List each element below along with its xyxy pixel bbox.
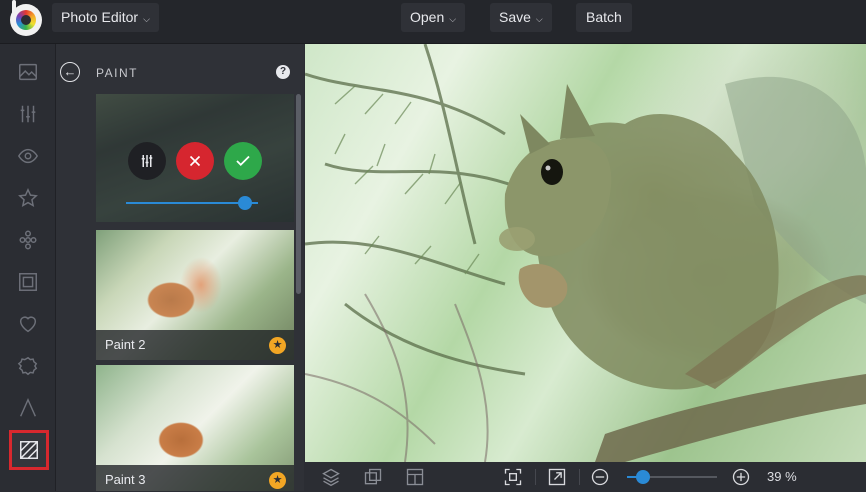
cancel-button[interactable] bbox=[176, 142, 214, 180]
paint-icon[interactable] bbox=[9, 430, 49, 470]
image-icon[interactable] bbox=[12, 56, 44, 88]
intensity-slider-handle[interactable] bbox=[237, 196, 252, 210]
fit-to-screen-icon[interactable] bbox=[503, 467, 523, 487]
chevron-down-icon: ⌵ bbox=[143, 14, 150, 24]
active-effect-thumbnail bbox=[96, 94, 294, 222]
layout-icon[interactable] bbox=[405, 467, 425, 487]
thumbnail-label: Paint 2 bbox=[105, 337, 146, 352]
sliders-icon[interactable] bbox=[12, 98, 44, 130]
layers-icon[interactable] bbox=[321, 467, 341, 487]
premium-star-icon: ★ bbox=[269, 472, 286, 489]
effect-thumbnail[interactable]: Paint 2 ★ bbox=[96, 230, 294, 360]
sticker-icon[interactable] bbox=[12, 350, 44, 382]
paint-panel: ← PAINT ? Paint 2 ★ Paint 3 ★ bbox=[56, 44, 304, 491]
toolbar-divider bbox=[579, 469, 580, 485]
zoom-level-readout: 39 % bbox=[767, 469, 797, 484]
batch-button[interactable]: Batch bbox=[576, 3, 632, 32]
effect-thumbnail[interactable]: Paint 3 ★ bbox=[96, 365, 294, 491]
thumbnail-label-bar: Paint 2 ★ bbox=[96, 330, 294, 360]
apply-button[interactable] bbox=[224, 142, 262, 180]
expand-icon[interactable] bbox=[547, 467, 567, 487]
effect-thumbnail-list: Paint 2 ★ Paint 3 ★ bbox=[96, 94, 294, 491]
thumbnail-label: Paint 3 bbox=[105, 472, 146, 487]
photo-image bbox=[305, 44, 866, 462]
chevron-down-icon: ⌵ bbox=[535, 14, 543, 24]
adjust-settings-button[interactable] bbox=[128, 142, 166, 180]
open-button[interactable]: Open ⌵ bbox=[401, 3, 466, 32]
open-label: Open bbox=[410, 9, 445, 25]
toolbar-divider bbox=[535, 469, 536, 485]
sliders-icon bbox=[141, 155, 153, 167]
eye-icon[interactable] bbox=[12, 140, 44, 172]
app-menu-button[interactable]: Photo Editor ⌵ bbox=[52, 3, 159, 32]
zoom-out-icon[interactable] bbox=[590, 467, 610, 487]
app-title: Photo Editor bbox=[61, 9, 139, 25]
premium-star-icon: ★ bbox=[269, 337, 286, 354]
help-icon[interactable]: ? bbox=[276, 65, 290, 79]
text-icon[interactable] bbox=[12, 392, 44, 424]
zoom-in-icon[interactable] bbox=[731, 467, 751, 487]
star-icon[interactable] bbox=[12, 182, 44, 214]
app-logo[interactable] bbox=[10, 0, 42, 36]
panel-scrollbar[interactable] bbox=[296, 94, 301, 294]
back-icon[interactable]: ← bbox=[60, 62, 80, 82]
chevron-down-icon: ⌵ bbox=[449, 14, 457, 24]
frame-icon[interactable] bbox=[12, 266, 44, 298]
heart-icon[interactable] bbox=[12, 308, 44, 340]
batch-label: Batch bbox=[586, 9, 622, 25]
tool-rail bbox=[0, 44, 56, 491]
photo-canvas[interactable] bbox=[305, 44, 866, 462]
top-bar: Photo Editor ⌵ Open ⌵ Save ⌵ Batch bbox=[0, 0, 866, 44]
check-icon bbox=[236, 155, 250, 167]
compare-icon[interactable] bbox=[363, 467, 383, 487]
thumbnail-label-bar: Paint 3 ★ bbox=[96, 465, 294, 491]
bottom-toolbar: 39 % bbox=[305, 462, 866, 491]
save-label: Save bbox=[499, 9, 531, 25]
effects-icon[interactable] bbox=[12, 224, 44, 256]
save-button[interactable]: Save ⌵ bbox=[490, 3, 552, 32]
close-icon bbox=[189, 155, 201, 167]
panel-title: PAINT bbox=[96, 66, 138, 80]
zoom-slider-handle[interactable] bbox=[636, 470, 651, 484]
